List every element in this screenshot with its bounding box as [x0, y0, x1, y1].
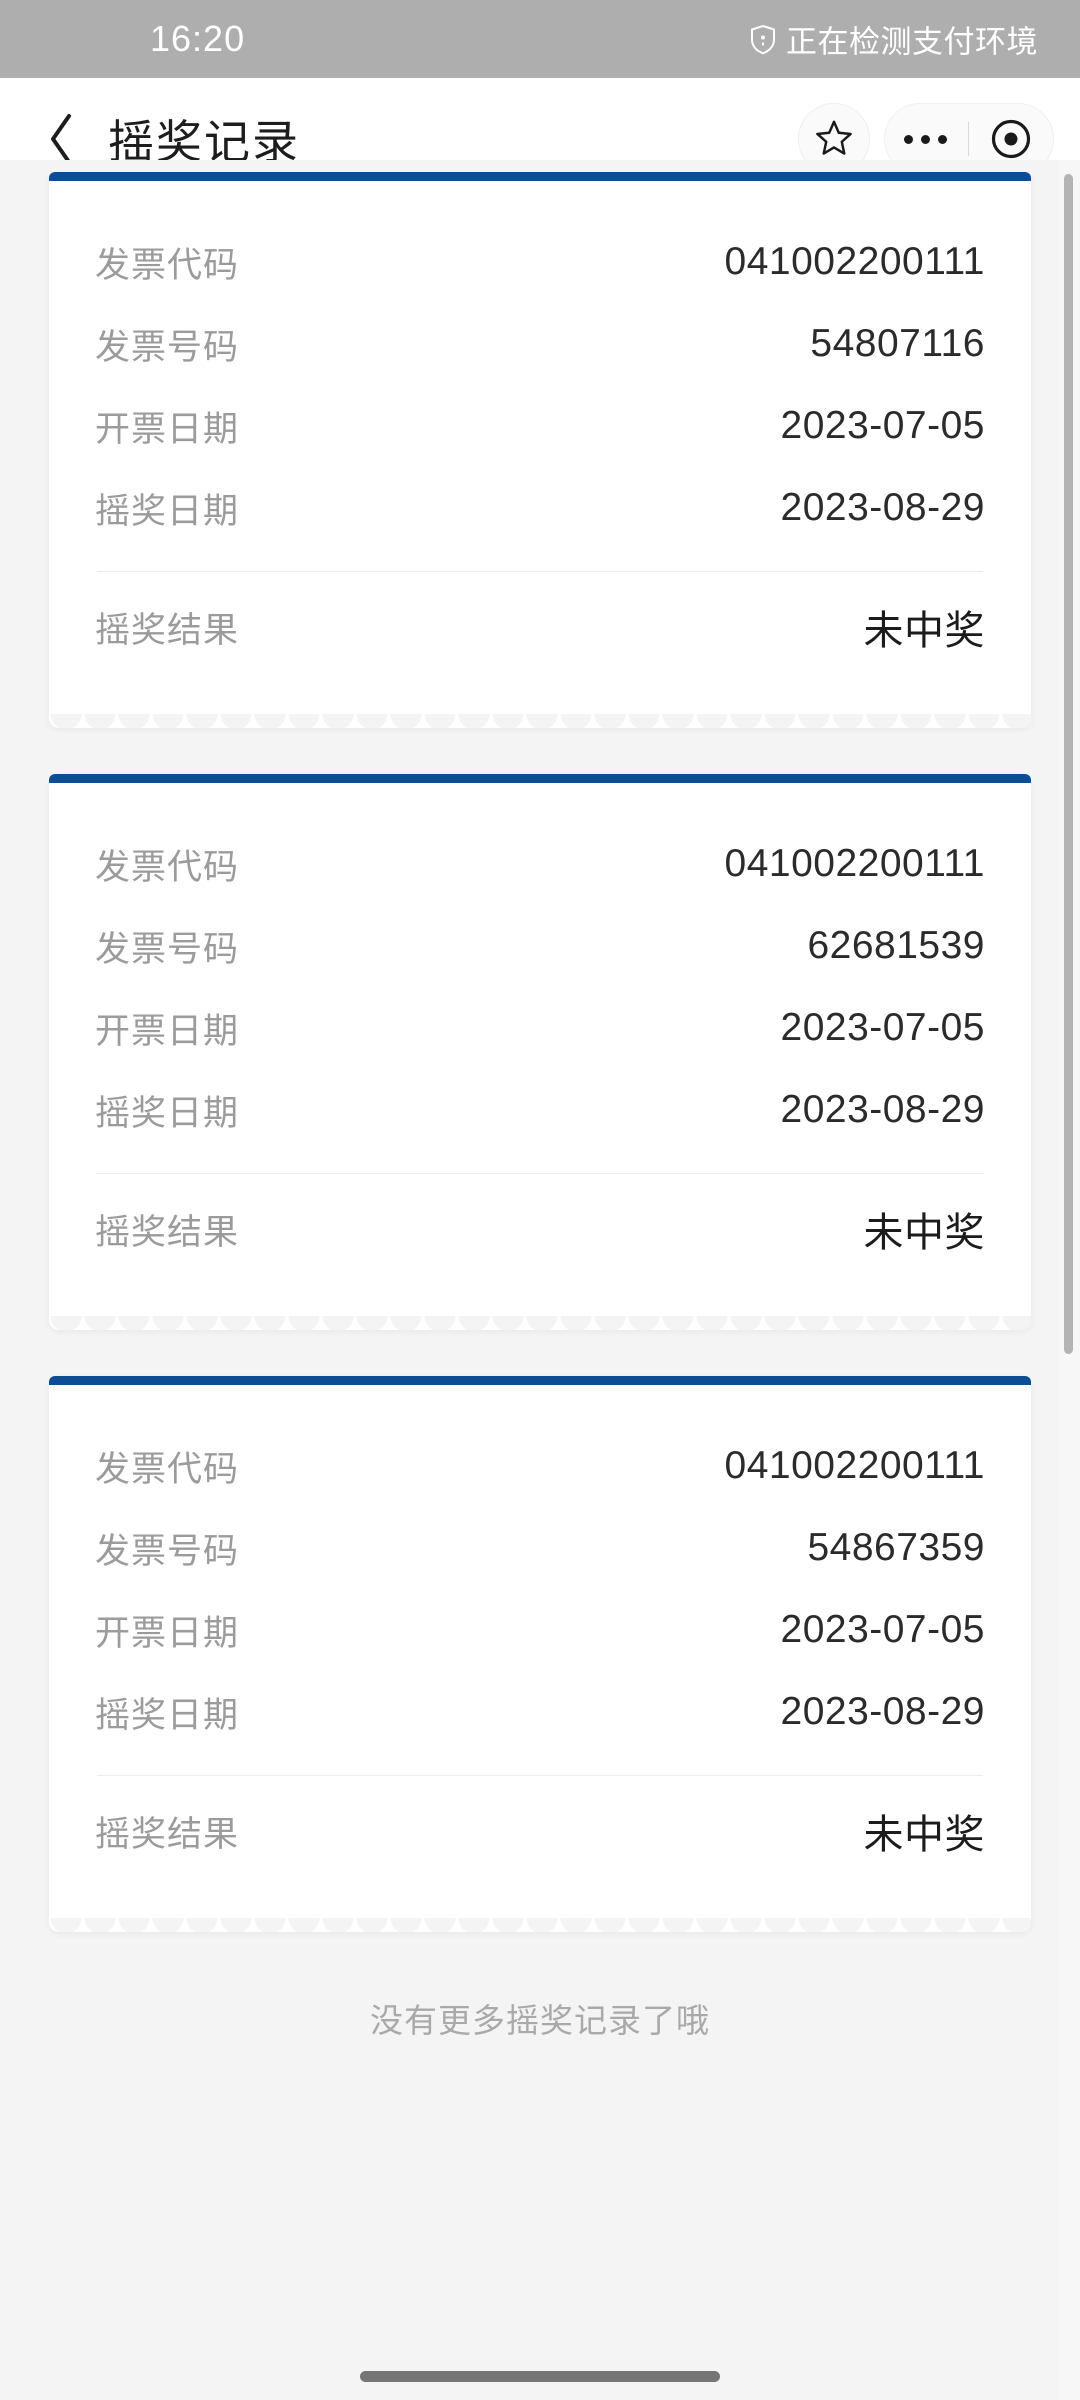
card-body: 发票代码 041002200111 发票号码 54867359 开票日期 202… [49, 1385, 1031, 1904]
label-invoice-code: 发票代码 [95, 1449, 240, 1489]
status-bar-security-indicator: 正在检测支付环境 [750, 17, 1038, 62]
scroll-content[interactable]: 发票代码 041002200111 发票号码 54807116 开票日期 202… [0, 160, 1080, 2400]
row-draw-date: 摇奖日期 2023-08-29 [95, 467, 985, 549]
value-invoice-number: 62681539 [807, 924, 985, 967]
label-invoice-number: 发票号码 [95, 1531, 240, 1571]
value-draw-date: 2023-08-29 [780, 1690, 985, 1733]
shield-icon [750, 24, 776, 54]
label-draw-result: 摇奖结果 [95, 610, 240, 650]
label-invoice-code: 发票代码 [95, 847, 240, 887]
value-invoice-date: 2023-07-05 [780, 404, 985, 447]
row-invoice-code: 发票代码 041002200111 [95, 221, 985, 303]
lottery-record-card[interactable]: 发票代码 041002200111 发票号码 54867359 开票日期 202… [49, 1376, 1031, 1932]
row-invoice-number: 发票号码 62681539 [95, 905, 985, 987]
label-invoice-code: 发票代码 [95, 245, 240, 285]
card-accent-bar [49, 1376, 1031, 1385]
label-draw-date: 摇奖日期 [95, 1093, 240, 1133]
row-invoice-number: 发票号码 54867359 [95, 1507, 985, 1589]
more-dots-icon[interactable] [903, 134, 947, 144]
phone-screen: 16:20 正在检测支付环境 摇奖记录 发票代码 041002200111 发票… [0, 0, 1080, 2400]
card-divider [97, 1775, 983, 1776]
lottery-record-card[interactable]: 发票代码 041002200111 发票号码 54807116 开票日期 202… [49, 172, 1031, 728]
row-draw-date: 摇奖日期 2023-08-29 [95, 1069, 985, 1151]
value-draw-date: 2023-08-29 [780, 1088, 985, 1131]
lottery-record-card[interactable]: 发票代码 041002200111 发票号码 62681539 开票日期 202… [49, 774, 1031, 1330]
capsule-divider [967, 122, 969, 156]
card-divider [97, 571, 983, 572]
value-invoice-number: 54807116 [810, 322, 985, 365]
records-list: 发票代码 041002200111 发票号码 54807116 开票日期 202… [0, 160, 1080, 1932]
row-invoice-date: 开票日期 2023-07-05 [95, 987, 985, 1069]
value-invoice-code: 041002200111 [724, 842, 985, 885]
label-invoice-number: 发票号码 [95, 327, 240, 367]
card-accent-bar [49, 774, 1031, 783]
label-invoice-number: 发票号码 [95, 929, 240, 969]
row-invoice-number: 发票号码 54807116 [95, 303, 985, 385]
home-indicator[interactable] [360, 2371, 720, 2382]
status-bar: 16:20 正在检测支付环境 [0, 0, 1080, 78]
row-invoice-date: 开票日期 2023-07-05 [95, 385, 985, 467]
ticket-perforation-edge [49, 700, 1031, 728]
row-draw-result: 摇奖结果 未中奖 [95, 1784, 985, 1878]
chevron-left-icon [47, 112, 77, 166]
value-invoice-code: 041002200111 [724, 240, 985, 283]
row-invoice-date: 开票日期 2023-07-05 [95, 1589, 985, 1671]
label-invoice-date: 开票日期 [95, 1011, 240, 1051]
scrollbar-thumb[interactable] [1064, 174, 1073, 1354]
value-draw-date: 2023-08-29 [780, 486, 985, 529]
value-draw-result: 未中奖 [863, 609, 985, 653]
value-draw-result: 未中奖 [863, 1813, 985, 1857]
row-draw-result: 摇奖结果 未中奖 [95, 1182, 985, 1276]
value-invoice-number: 54867359 [807, 1526, 985, 1569]
row-draw-result: 摇奖结果 未中奖 [95, 580, 985, 674]
star-icon [815, 118, 853, 161]
label-draw-date: 摇奖日期 [95, 491, 240, 531]
label-invoice-date: 开票日期 [95, 1613, 240, 1653]
value-invoice-date: 2023-07-05 [780, 1006, 985, 1049]
status-bar-security-text: 正在检测支付环境 [786, 24, 1038, 60]
card-accent-bar [49, 172, 1031, 181]
card-body: 发票代码 041002200111 发票号码 54807116 开票日期 202… [49, 181, 1031, 700]
value-invoice-code: 041002200111 [724, 1444, 985, 1487]
label-draw-result: 摇奖结果 [95, 1212, 240, 1252]
label-invoice-date: 开票日期 [95, 409, 240, 449]
target-circle-icon[interactable] [990, 118, 1032, 160]
list-end-message: 没有更多摇奖记录了哦 [370, 2002, 710, 2039]
value-draw-result: 未中奖 [863, 1211, 985, 1255]
card-divider [97, 1173, 983, 1174]
label-draw-date: 摇奖日期 [95, 1695, 240, 1735]
value-invoice-date: 2023-07-05 [780, 1608, 985, 1651]
card-body: 发票代码 041002200111 发票号码 62681539 开票日期 202… [49, 783, 1031, 1302]
ticket-perforation-edge [49, 1302, 1031, 1330]
label-draw-result: 摇奖结果 [95, 1814, 240, 1854]
row-invoice-code: 发票代码 041002200111 [95, 1425, 985, 1507]
status-bar-clock: 16:20 [150, 18, 246, 59]
row-invoice-code: 发票代码 041002200111 [95, 823, 985, 905]
row-draw-date: 摇奖日期 2023-08-29 [95, 1671, 985, 1753]
scrollbar-track[interactable] [1058, 160, 1080, 2400]
ticket-perforation-edge [49, 1904, 1031, 1932]
